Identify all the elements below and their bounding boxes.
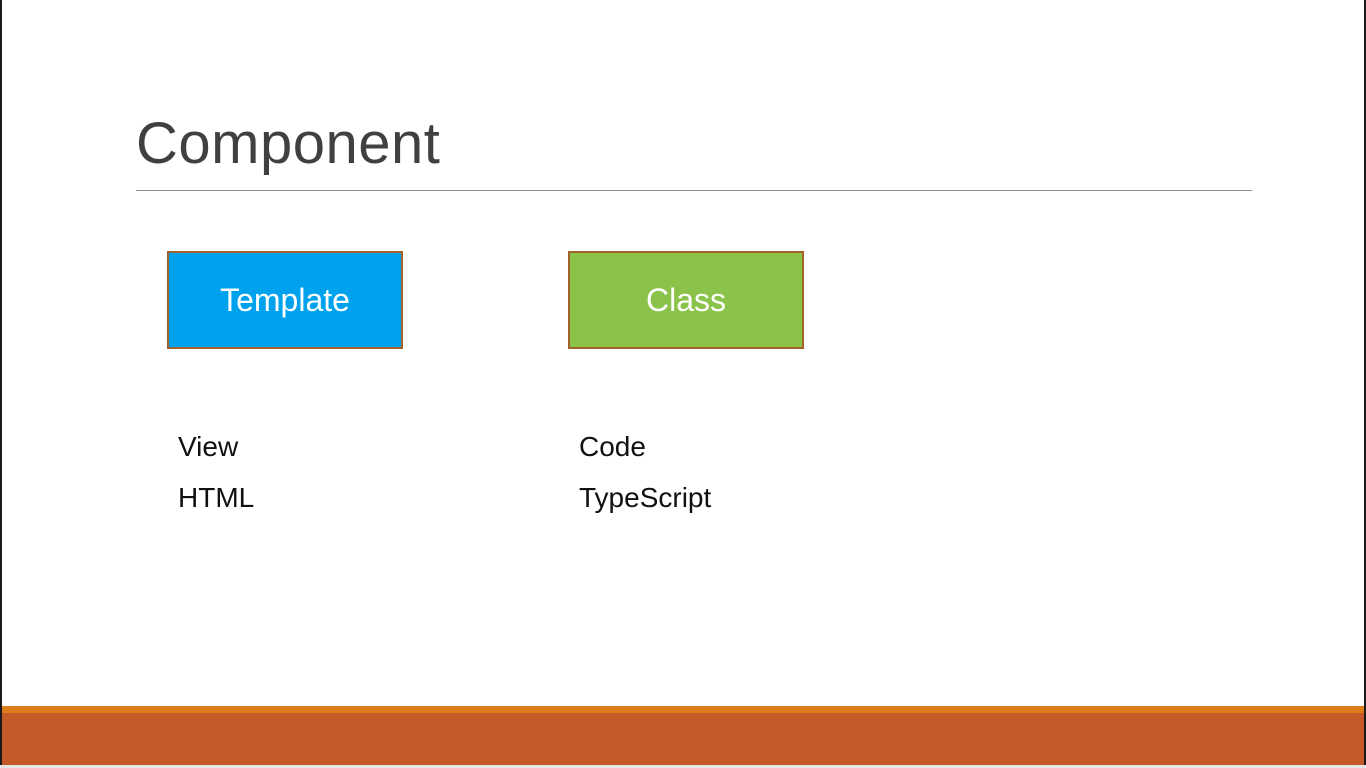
title-underline	[136, 190, 1252, 191]
slide: Component Template Class View HTML Code …	[0, 0, 1366, 768]
class-box-label: Class	[645, 281, 726, 318]
footer-band	[2, 713, 1364, 765]
slide-left-border	[0, 0, 2, 768]
template-box: Template	[167, 251, 403, 349]
slide-title: Component	[136, 111, 441, 176]
footer-accent-stripe	[2, 706, 1364, 713]
template-detail-view: View	[178, 431, 239, 462]
template-detail-html: HTML	[178, 482, 255, 513]
class-box: Class	[568, 251, 804, 349]
class-detail-code: Code	[579, 431, 646, 462]
class-detail-typescript: TypeScript	[579, 482, 712, 513]
template-box-label: Template	[220, 281, 350, 318]
